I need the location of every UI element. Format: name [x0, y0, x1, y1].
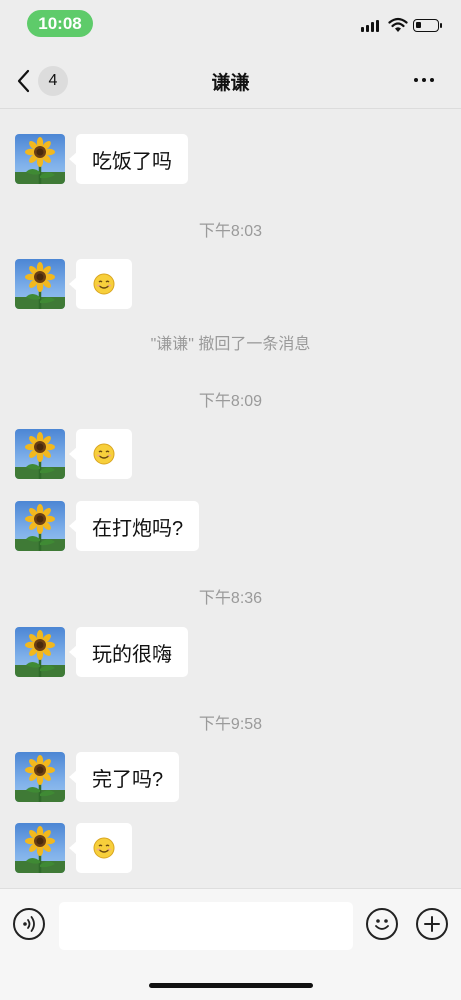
- avatar[interactable]: [15, 752, 65, 802]
- message-bubble[interactable]: [69, 823, 132, 873]
- smile-emoji-icon: [93, 273, 115, 295]
- timestamp: 下午9:58: [198, 716, 263, 733]
- smile-emoji-icon: [93, 837, 115, 859]
- avatar[interactable]: [15, 823, 65, 873]
- message-bubble[interactable]: 吃饭了吗: [69, 134, 188, 184]
- message-bubble[interactable]: 完了吗?: [68, 752, 180, 802]
- avatar[interactable]: [15, 501, 65, 551]
- nav-divider: [0, 108, 461, 109]
- timestamp: 下午8:03: [198, 223, 263, 240]
- chat-title: 谦谦: [211, 73, 250, 94]
- home-indicator[interactable]: [149, 983, 313, 988]
- voice-input-button[interactable]: [13, 908, 45, 940]
- avatar[interactable]: [15, 134, 65, 184]
- chat-nav-bar: 4 谦谦: [0, 52, 461, 108]
- status-time: 10:08: [27, 10, 93, 37]
- timestamp: 下午8:36: [198, 590, 263, 607]
- avatar[interactable]: [15, 627, 65, 677]
- voice-icon: [23, 916, 35, 932]
- wifi-icon: [388, 17, 408, 32]
- message-bubble[interactable]: 在打炮吗?: [68, 501, 200, 551]
- plus-icon: [424, 916, 440, 932]
- status-bar: 10:08: [0, 0, 461, 46]
- more-features-button[interactable]: [416, 908, 448, 940]
- message-bubble[interactable]: 玩的很嗨: [69, 627, 188, 677]
- battery-icon: [413, 19, 442, 32]
- emoji-face-icon: [375, 919, 389, 930]
- smile-emoji-icon: [93, 443, 115, 465]
- message-bubble[interactable]: [69, 429, 132, 479]
- cellular-signal-icon: [361, 20, 379, 32]
- recall-notice: "谦谦" 撤回了一条消息: [150, 336, 311, 353]
- emoji-button[interactable]: [366, 908, 398, 940]
- avatar[interactable]: [15, 429, 65, 479]
- message-bubble[interactable]: [69, 259, 132, 309]
- timestamp: 下午8:09: [198, 393, 263, 410]
- more-options-icon[interactable]: [414, 78, 434, 82]
- avatar[interactable]: [15, 259, 65, 309]
- message-input[interactable]: [59, 902, 353, 950]
